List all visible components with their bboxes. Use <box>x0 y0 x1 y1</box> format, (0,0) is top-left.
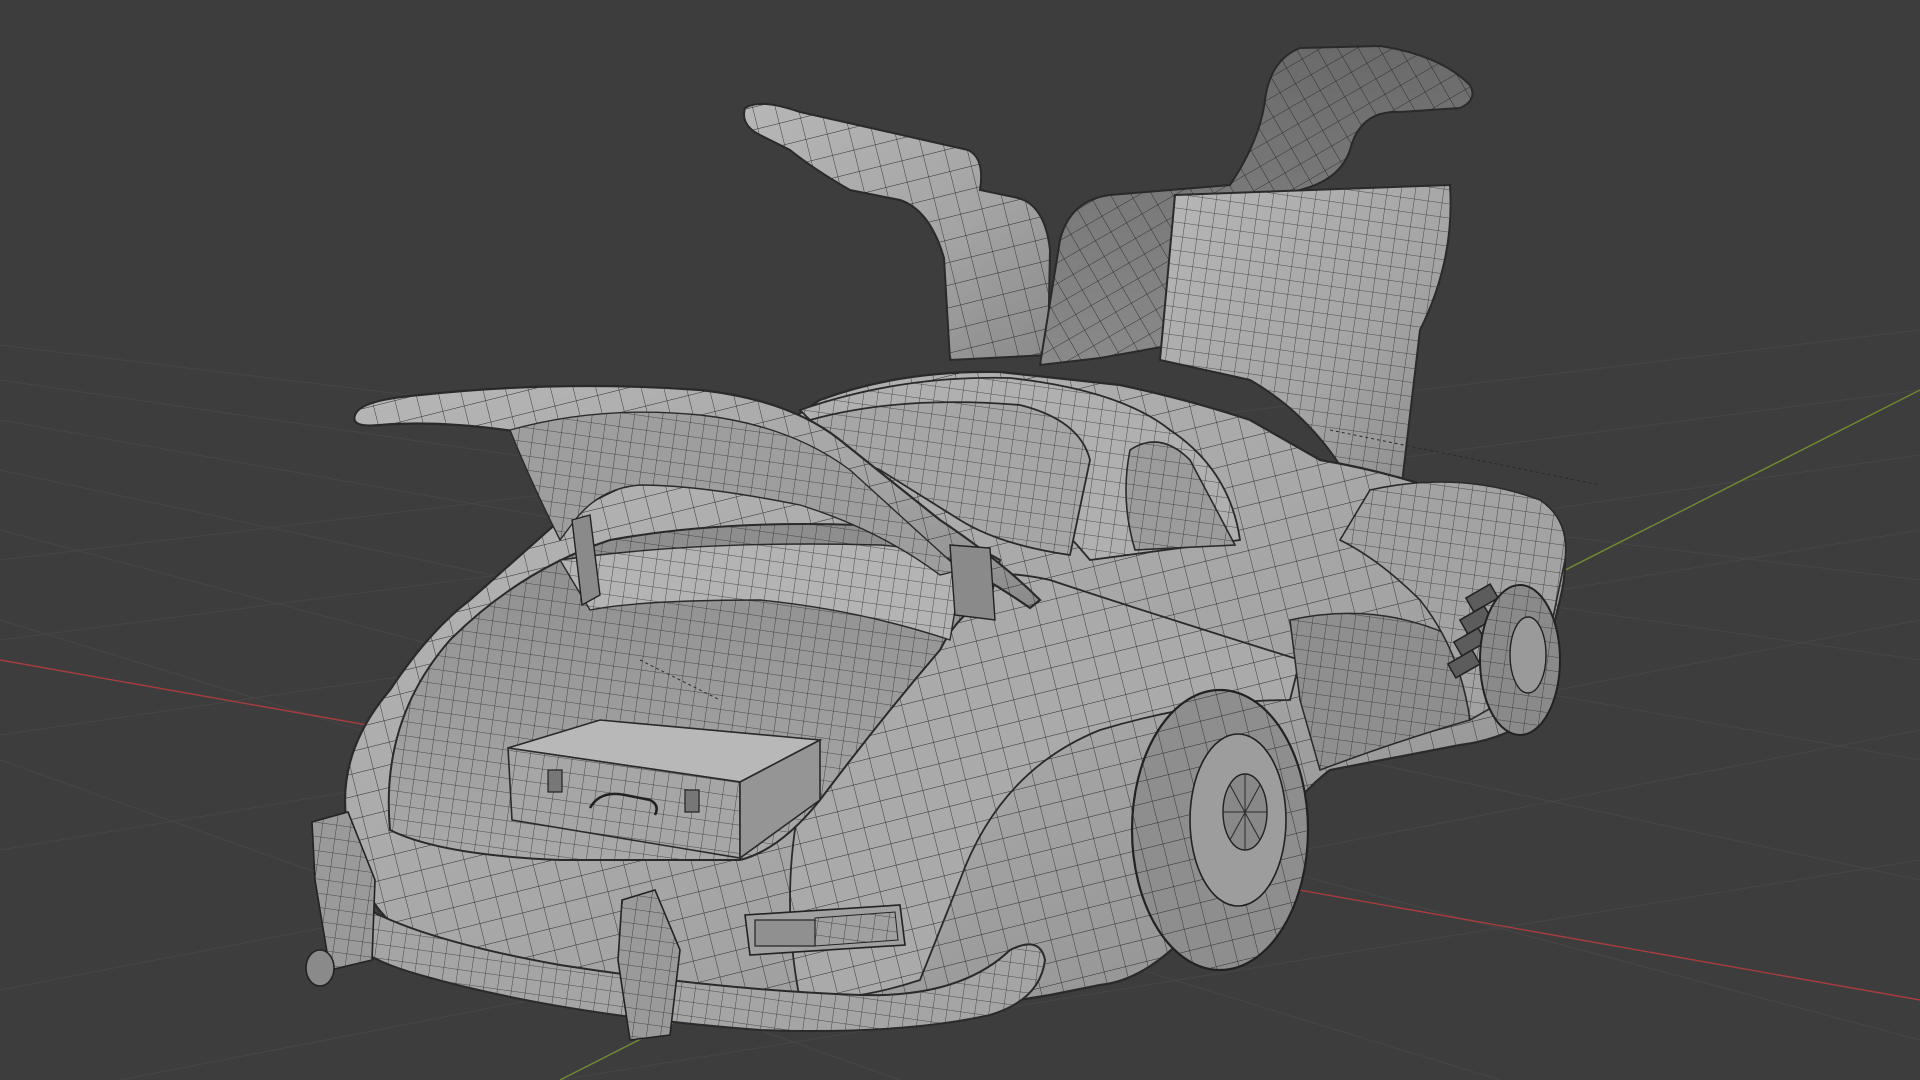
exhaust-pipe <box>305 949 335 987</box>
3d-viewport[interactable] <box>0 0 1920 1080</box>
rear-wheel[interactable] <box>1130 688 1310 972</box>
front-wheel[interactable] <box>1479 584 1561 736</box>
suitcase-latch-right <box>684 789 700 813</box>
left-gullwing-door[interactable] <box>743 102 1052 362</box>
trunk-hinge-right <box>949 544 996 621</box>
viewport-canvas[interactable] <box>0 0 1920 1080</box>
suitcase-latch-left <box>547 769 563 793</box>
